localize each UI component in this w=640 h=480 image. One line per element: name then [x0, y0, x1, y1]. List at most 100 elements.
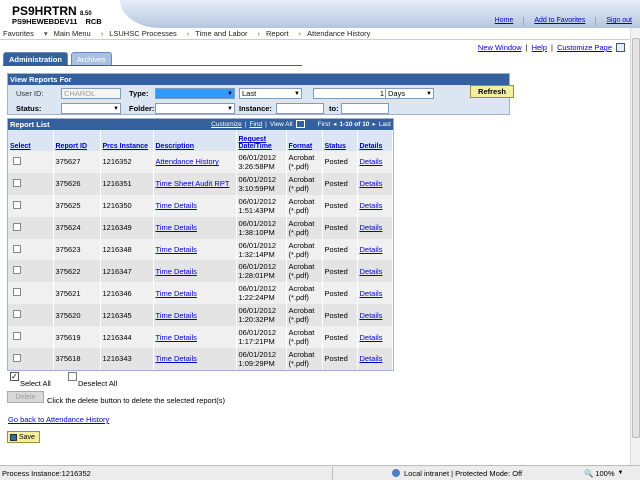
col-details[interactable]: Details — [357, 130, 393, 151]
deselect-all-label[interactable]: Deselect All — [78, 379, 117, 388]
date-text: 06/01/2012 — [238, 240, 277, 250]
page-links: New Window | Help | Customize Page — [478, 43, 625, 52]
datetime-cell: 06/01/2012 1:20:32PM — [236, 304, 287, 327]
menu-report[interactable]: Report — [266, 29, 289, 38]
menu-main-menu[interactable]: Main Menu — [54, 29, 91, 38]
save-button[interactable]: Save — [7, 431, 40, 443]
description-link[interactable]: Time Details — [156, 354, 197, 363]
row-select-checkbox[interactable] — [13, 353, 21, 362]
status-cell: Posted — [322, 326, 358, 349]
folder-select[interactable] — [155, 103, 235, 114]
menu-attendance-history[interactable]: Attendance History — [307, 29, 370, 38]
report-id-cell: 375626 — [53, 172, 101, 195]
tab-administration[interactable]: Administration — [3, 52, 68, 65]
row-select-checkbox[interactable] — [13, 178, 21, 187]
col-status[interactable]: Status — [322, 130, 358, 151]
details-link[interactable]: Details — [360, 179, 383, 188]
date-text: 06/01/2012 — [238, 152, 277, 162]
customize-page-link[interactable]: Customize Page — [557, 43, 612, 52]
next-icon[interactable]: ▸ — [372, 120, 375, 128]
col-prcs-instance[interactable]: Prcs Instance — [100, 130, 154, 151]
refresh-button[interactable]: Refresh — [470, 85, 514, 98]
help-link[interactable]: Help — [532, 43, 547, 52]
status-text: Process Instance:1216352 — [2, 468, 91, 478]
col-description[interactable]: Description — [153, 130, 237, 151]
row-range: 1-10 of 10 — [339, 120, 370, 128]
menu-favorites[interactable]: Favorites — [3, 29, 34, 38]
view-all-link[interactable]: View All — [270, 121, 293, 128]
view-reports-title: View Reports For — [8, 74, 509, 85]
details-link[interactable]: Details — [360, 289, 383, 298]
description-link[interactable]: Time Details — [156, 311, 197, 320]
tab-archives[interactable]: Archives — [70, 52, 112, 65]
vertical-scrollbar[interactable] — [630, 28, 640, 465]
zoom-icon[interactable]: 🔍 — [584, 469, 593, 478]
format-ext: (*.pdf) — [288, 315, 309, 325]
description-link[interactable]: Time Details — [156, 289, 197, 298]
select-all-label[interactable]: Select All — [20, 379, 51, 388]
menu-lsuhsc-processes[interactable]: LSUHSC Processes — [109, 29, 177, 38]
description-link[interactable]: Attendance History — [156, 157, 219, 166]
details-link[interactable]: Details — [360, 245, 383, 254]
user-id-field[interactable]: CHAROL — [61, 88, 121, 99]
description-link[interactable]: Time Sheet Audit RPT — [156, 179, 230, 188]
last-select[interactable]: Last — [239, 88, 302, 99]
new-window-link[interactable]: New Window — [478, 43, 522, 52]
row-select-checkbox[interactable] — [13, 200, 21, 209]
row-select-checkbox[interactable] — [13, 288, 21, 297]
deselect-all-checkbox[interactable] — [68, 372, 77, 381]
save-icon — [10, 433, 17, 441]
row-select-checkbox[interactable] — [13, 244, 21, 253]
description-link[interactable]: Time Details — [156, 267, 197, 276]
status-cell: Posted — [322, 216, 358, 239]
format-text: Acrobat — [288, 328, 315, 338]
status-label: Status: — [16, 104, 42, 113]
details-link[interactable]: Details — [360, 333, 383, 342]
instance-from-field[interactable] — [276, 103, 324, 114]
prev-icon[interactable]: ◂ — [333, 120, 336, 128]
details-link[interactable]: Details — [360, 311, 383, 320]
description-link[interactable]: Time Details — [156, 223, 197, 232]
chevron-down-icon[interactable]: ▼ — [618, 470, 624, 476]
row-select-checkbox[interactable] — [13, 156, 21, 165]
status-select[interactable] — [61, 103, 121, 114]
add-to-favorites-link[interactable]: Add to Favorites — [534, 17, 585, 26]
description-link[interactable]: Time Details — [156, 333, 197, 342]
select-all-checkbox[interactable]: ✓ — [10, 372, 19, 381]
go-back-link[interactable]: Go back to Attendance History — [8, 415, 109, 424]
description-link[interactable]: Time Details — [156, 245, 197, 254]
sign-out-link[interactable]: Sign out — [606, 17, 632, 26]
scrollbar-thumb[interactable] — [632, 38, 640, 438]
row-select-checkbox[interactable] — [13, 222, 21, 231]
format-text: Acrobat — [288, 218, 315, 228]
find-link[interactable]: Find — [250, 121, 263, 128]
instance-to-field[interactable] — [341, 103, 389, 114]
description-link[interactable]: Time Details — [156, 201, 197, 210]
col-select[interactable]: Select — [8, 130, 54, 151]
col-request-datetime[interactable]: Request Date/Time — [236, 130, 287, 151]
col-report-id[interactable]: Report ID — [53, 130, 101, 151]
row-select-checkbox[interactable] — [13, 310, 21, 319]
row-select-checkbox[interactable] — [13, 332, 21, 341]
details-link[interactable]: Details — [360, 354, 383, 363]
col-format[interactable]: Format — [286, 130, 323, 151]
details-link[interactable]: Details — [360, 201, 383, 210]
zoom-level[interactable]: 100% — [595, 469, 614, 478]
delete-button[interactable]: Delete — [7, 391, 44, 403]
table-row: 375627 1216352 Attendance History 06/01/201… — [8, 151, 393, 173]
date-text: 06/01/2012 — [238, 284, 277, 294]
row-select-checkbox[interactable] — [13, 266, 21, 275]
customize-link[interactable]: Customize — [211, 121, 242, 128]
format-cell: Acrobat (*.pdf) — [286, 194, 323, 217]
details-link[interactable]: Details — [360, 157, 383, 166]
home-link[interactable]: Home — [495, 17, 514, 26]
menu-time-and-labor[interactable]: Time and Labor — [195, 29, 247, 38]
unit-select[interactable]: Days — [385, 88, 434, 99]
type-select[interactable] — [155, 88, 235, 99]
instance-label: Instance: — [239, 104, 272, 113]
details-link[interactable]: Details — [360, 267, 383, 276]
count-field[interactable]: 1 — [313, 88, 387, 99]
http-icon[interactable] — [616, 43, 625, 52]
details-link[interactable]: Details — [360, 223, 383, 232]
download-icon[interactable] — [295, 120, 305, 128]
